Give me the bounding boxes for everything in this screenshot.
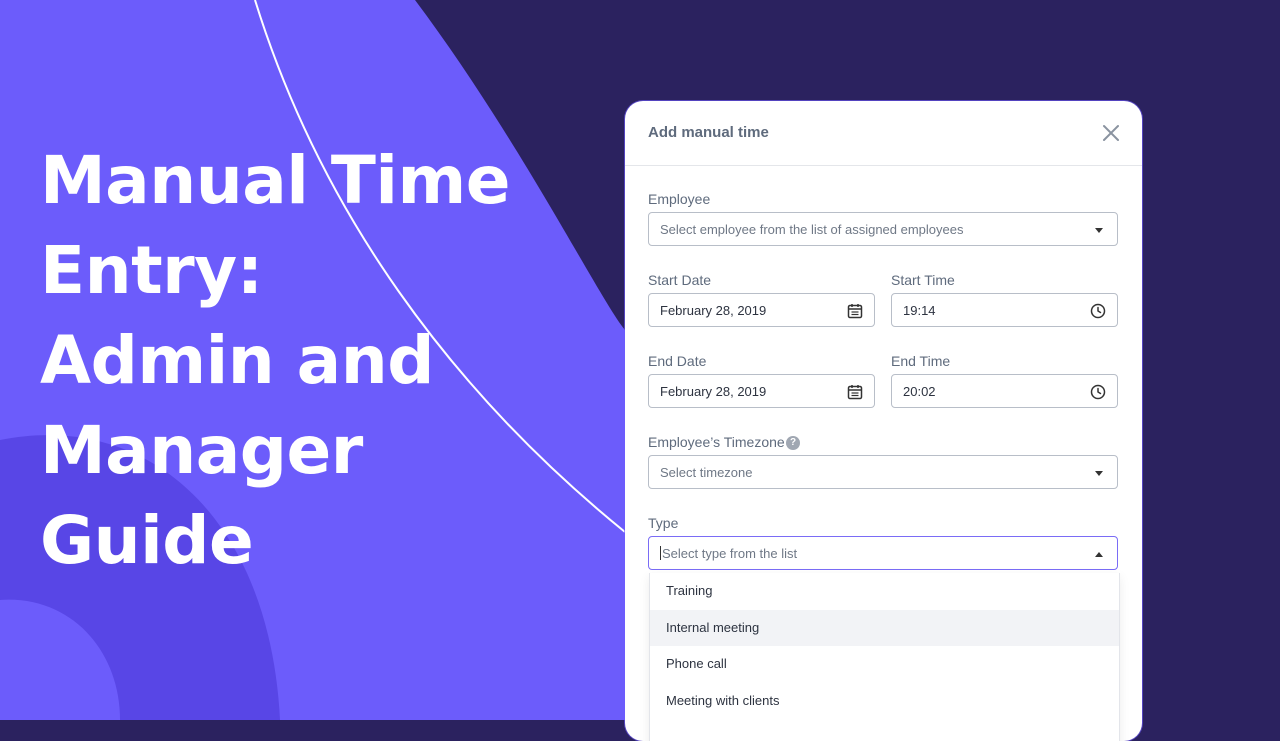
page-headline: Manual Time Entry: Admin and Manager Gui… <box>40 136 580 586</box>
clock-icon[interactable] <box>1089 383 1107 401</box>
add-manual-time-dialog: Add manual time Employee Select employee… <box>625 101 1142 741</box>
start-date-input[interactable]: February 28, 2019 <box>648 293 875 327</box>
end-date-label: End Date <box>648 353 707 369</box>
end-date-value: February 28, 2019 <box>660 384 767 399</box>
dialog-header: Add manual time <box>625 101 1142 166</box>
close-button[interactable] <box>1101 123 1121 143</box>
dialog-title: Add manual time <box>648 124 769 141</box>
type-placeholder: Select type from the list <box>660 546 797 561</box>
type-option-phone-call[interactable]: Phone call <box>650 646 1119 683</box>
timezone-label: Employee’s Timezone <box>648 434 785 450</box>
end-time-value: 20:02 <box>903 384 936 399</box>
start-date-label: Start Date <box>648 272 712 288</box>
employee-select[interactable]: Select employee from the list of assigne… <box>648 212 1118 246</box>
start-date-value: February 28, 2019 <box>660 303 767 318</box>
end-date-input[interactable]: February 28, 2019 <box>648 374 875 408</box>
chevron-up-icon <box>1095 552 1103 557</box>
start-time-input[interactable]: 19:14 <box>891 293 1118 327</box>
start-time-value: 19:14 <box>903 303 936 318</box>
type-dropdown: Training Internal meeting Phone call Mee… <box>649 573 1120 741</box>
chevron-down-icon <box>1095 471 1103 476</box>
type-select[interactable]: Select type from the list <box>648 536 1118 570</box>
type-label: Type <box>648 515 679 531</box>
employee-placeholder: Select employee from the list of assigne… <box>660 222 964 237</box>
timezone-select[interactable]: Select timezone <box>648 455 1118 489</box>
headline-line: Guide <box>40 502 254 579</box>
headline-line: Manual Time <box>40 142 511 219</box>
type-option-meeting-with-clients[interactable]: Meeting with clients <box>650 683 1119 720</box>
calendar-icon[interactable] <box>846 383 864 401</box>
text-cursor <box>660 546 661 560</box>
employee-label: Employee <box>648 191 711 207</box>
chevron-down-icon <box>1095 228 1103 233</box>
clock-icon[interactable] <box>1089 302 1107 320</box>
help-icon[interactable]: ? <box>786 436 800 450</box>
end-time-label: End Time <box>891 353 951 369</box>
timezone-placeholder: Select timezone <box>660 465 753 480</box>
headline-line: Manager <box>40 412 363 489</box>
start-time-label: Start Time <box>891 272 955 288</box>
type-option-internal-meeting[interactable]: Internal meeting <box>650 609 1119 646</box>
headline-line: Admin and <box>40 322 434 399</box>
end-time-input[interactable]: 20:02 <box>891 374 1118 408</box>
type-option-training[interactable]: Training <box>650 573 1119 610</box>
headline-line: Entry: <box>40 232 263 309</box>
close-icon <box>1103 125 1119 141</box>
type-placeholder-text: Select type from the list <box>662 546 798 561</box>
calendar-icon[interactable] <box>846 302 864 320</box>
